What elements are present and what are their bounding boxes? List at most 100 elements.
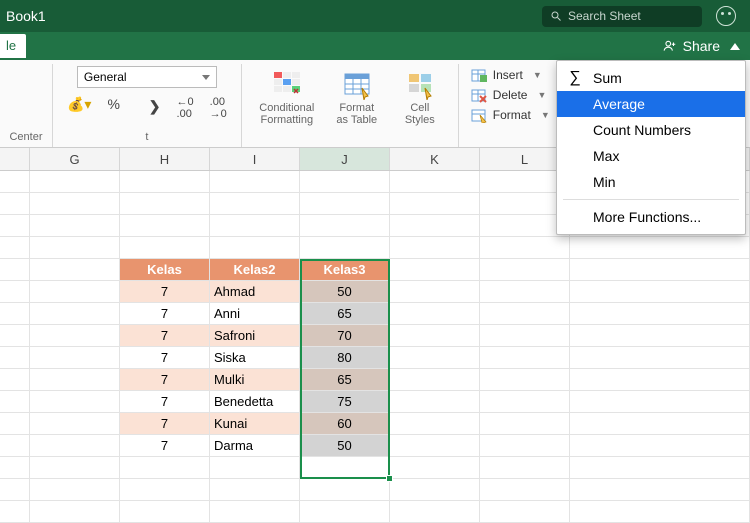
- cell[interactable]: 7: [120, 281, 210, 303]
- cell[interactable]: [570, 237, 750, 259]
- cell[interactable]: [30, 501, 120, 523]
- cell[interactable]: [0, 501, 30, 523]
- cell[interactable]: Kelas2: [210, 259, 300, 281]
- dropdown-item-count[interactable]: Count Numbers: [557, 117, 745, 143]
- cell[interactable]: Benedetta: [210, 391, 300, 413]
- cell[interactable]: 50: [300, 435, 390, 457]
- cell[interactable]: [210, 479, 300, 501]
- cell[interactable]: [480, 501, 570, 523]
- cell[interactable]: Siska: [210, 347, 300, 369]
- cell[interactable]: [0, 281, 30, 303]
- cell[interactable]: [0, 457, 30, 479]
- cell[interactable]: 50: [300, 281, 390, 303]
- cell[interactable]: [210, 237, 300, 259]
- cell[interactable]: 80: [300, 347, 390, 369]
- cell[interactable]: [30, 215, 120, 237]
- cell[interactable]: [0, 259, 30, 281]
- number-format-combo[interactable]: General: [77, 66, 217, 88]
- cell[interactable]: Anni: [210, 303, 300, 325]
- cell[interactable]: [390, 391, 480, 413]
- cell[interactable]: [480, 281, 570, 303]
- cell[interactable]: [390, 413, 480, 435]
- cell[interactable]: [300, 215, 390, 237]
- cell[interactable]: [210, 457, 300, 479]
- insert-button[interactable]: Insert▼: [469, 66, 552, 84]
- cell[interactable]: [480, 347, 570, 369]
- cell[interactable]: [0, 479, 30, 501]
- col-header[interactable]: [0, 148, 30, 170]
- cell[interactable]: [570, 479, 750, 501]
- col-header[interactable]: I: [210, 148, 300, 170]
- cell[interactable]: [300, 479, 390, 501]
- cell[interactable]: [570, 369, 750, 391]
- cell[interactable]: [390, 479, 480, 501]
- dropdown-item-average[interactable]: Average: [557, 91, 745, 117]
- cell[interactable]: [30, 281, 120, 303]
- cell[interactable]: [480, 369, 570, 391]
- cell[interactable]: [480, 391, 570, 413]
- cell[interactable]: [0, 325, 30, 347]
- cell[interactable]: [0, 413, 30, 435]
- cell[interactable]: Mulki: [210, 369, 300, 391]
- dropdown-item-sum[interactable]: ∑ Sum: [557, 65, 745, 91]
- increase-decimal-icon[interactable]: ←0.00: [173, 94, 198, 122]
- cell[interactable]: [210, 501, 300, 523]
- cell[interactable]: Kunai: [210, 413, 300, 435]
- cell[interactable]: [480, 237, 570, 259]
- cell[interactable]: [570, 259, 750, 281]
- cell[interactable]: [570, 501, 750, 523]
- cell[interactable]: [30, 259, 120, 281]
- cell[interactable]: 70: [300, 325, 390, 347]
- cell[interactable]: [570, 391, 750, 413]
- cell[interactable]: [570, 435, 750, 457]
- cell[interactable]: [570, 303, 750, 325]
- cell[interactable]: [0, 435, 30, 457]
- cell[interactable]: [120, 215, 210, 237]
- cell-styles-button[interactable]: Cell Styles: [392, 66, 448, 128]
- cell[interactable]: [120, 457, 210, 479]
- cell[interactable]: 75: [300, 391, 390, 413]
- cell[interactable]: [300, 457, 390, 479]
- cell[interactable]: 60: [300, 413, 390, 435]
- currency-icon[interactable]: 💰▾: [63, 94, 95, 122]
- cell[interactable]: [300, 171, 390, 193]
- cell[interactable]: [480, 479, 570, 501]
- cell[interactable]: [120, 193, 210, 215]
- col-header[interactable]: J: [300, 148, 390, 170]
- cell[interactable]: 7: [120, 413, 210, 435]
- dropdown-item-max[interactable]: Max: [557, 143, 745, 169]
- dropdown-item-more[interactable]: More Functions...: [557, 204, 745, 230]
- cell[interactable]: [390, 237, 480, 259]
- cell[interactable]: [570, 325, 750, 347]
- cell[interactable]: [570, 281, 750, 303]
- cell[interactable]: [390, 457, 480, 479]
- cell[interactable]: [30, 369, 120, 391]
- cell[interactable]: [390, 281, 480, 303]
- cell[interactable]: [0, 369, 30, 391]
- cell[interactable]: [0, 347, 30, 369]
- cell[interactable]: [210, 171, 300, 193]
- cell[interactable]: [300, 501, 390, 523]
- conditional-formatting-button[interactable]: Conditional Formatting: [252, 66, 322, 128]
- cell[interactable]: [30, 237, 120, 259]
- cell[interactable]: 7: [120, 325, 210, 347]
- cell[interactable]: [480, 325, 570, 347]
- cell[interactable]: 7: [120, 369, 210, 391]
- cell[interactable]: [390, 347, 480, 369]
- col-header[interactable]: K: [390, 148, 480, 170]
- cell[interactable]: [210, 193, 300, 215]
- cell[interactable]: [30, 391, 120, 413]
- cell[interactable]: Kelas3: [300, 259, 390, 281]
- cell[interactable]: [120, 501, 210, 523]
- cell[interactable]: [480, 435, 570, 457]
- cell[interactable]: 7: [120, 435, 210, 457]
- cell[interactable]: 7: [120, 303, 210, 325]
- cell[interactable]: [30, 325, 120, 347]
- cell[interactable]: [0, 215, 30, 237]
- cell[interactable]: [0, 237, 30, 259]
- cell[interactable]: 7: [120, 391, 210, 413]
- cell[interactable]: [570, 457, 750, 479]
- cell[interactable]: [30, 193, 120, 215]
- collapse-ribbon-icon[interactable]: [730, 43, 740, 50]
- col-header[interactable]: H: [120, 148, 210, 170]
